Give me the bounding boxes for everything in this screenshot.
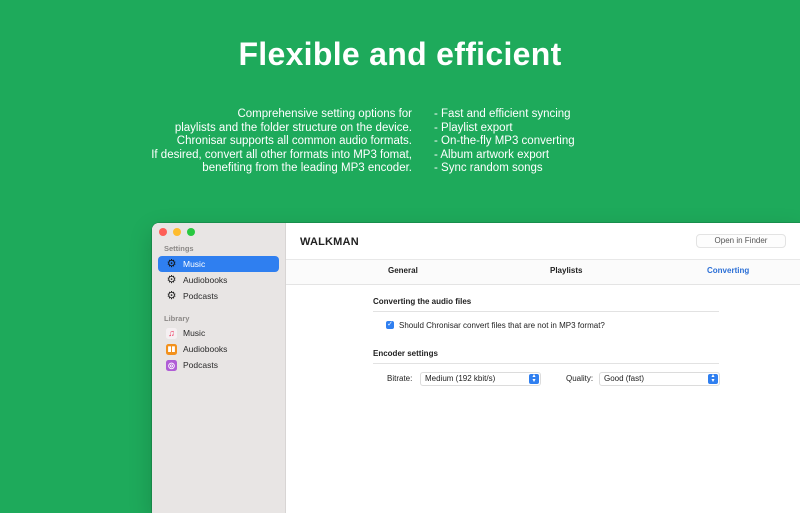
gear-icon: ⚙ xyxy=(166,257,177,270)
feature-item: - On-the-fly MP3 converting xyxy=(434,135,575,148)
sidebar-item-label: Audiobooks xyxy=(183,275,228,285)
feature-item: - Fast and efficient syncing xyxy=(434,108,571,120)
bitrate-select[interactable]: Medium (192 kbit/s) ▴ ▾ xyxy=(420,372,541,386)
close-window-button[interactable] xyxy=(159,228,167,236)
book-icon-wrap: ▮▮ xyxy=(166,343,177,355)
sidebar-item-label: Podcasts xyxy=(183,291,218,301)
device-title: WALKMAN xyxy=(300,236,359,248)
section-divider xyxy=(373,363,719,364)
music-note-icon: ♫ xyxy=(166,327,177,339)
podcast-icon: ◎ xyxy=(166,359,177,371)
app-window: Settings ⚙ Music ⚙ Audiobooks ⚙ Podcasts… xyxy=(152,223,800,513)
tab-playlists[interactable]: Playlists xyxy=(550,266,582,275)
chevron-up-down-icon: ▴ ▾ xyxy=(708,373,718,384)
convert-to-mp3-label[interactable]: Should Chronisar convert files that are … xyxy=(399,321,605,330)
description-line: Chronisar supports all common audio form… xyxy=(176,135,412,148)
sidebar-item-library-podcasts[interactable]: ◎ Podcasts xyxy=(158,357,279,373)
podcast-icon-wrap: ◎ xyxy=(166,359,177,371)
sidebar-item-settings-audiobooks[interactable]: ⚙ Audiobooks xyxy=(158,272,279,288)
feature-item: - Playlist export xyxy=(434,121,513,134)
tab-general[interactable]: General xyxy=(388,266,418,275)
main-panel: WALKMAN Open in Finder General Playlists… xyxy=(286,223,800,513)
description-line: If desired, convert all other formats in… xyxy=(151,148,412,161)
sidebar-section-settings: Settings xyxy=(164,244,194,253)
quality-value: Good (fast) xyxy=(604,374,645,383)
sidebar-item-library-audiobooks[interactable]: ▮▮ Audiobooks xyxy=(158,341,279,357)
feature-item: - Sync random songs xyxy=(434,162,543,175)
bitrate-value: Medium (192 kbit/s) xyxy=(425,374,496,383)
quality-label: Quality: xyxy=(566,374,594,383)
hero-description: Comprehensive setting options for playli… xyxy=(112,108,412,176)
feature-item: - Album artwork export xyxy=(434,148,550,161)
hero-title: Flexible and efficient xyxy=(238,36,562,72)
description-line: Comprehensive setting options for xyxy=(237,108,412,120)
sidebar-item-label: Music xyxy=(183,259,206,269)
music-note-icon-wrap: ♫ xyxy=(166,327,177,339)
section-title-encoder: Encoder settings xyxy=(373,349,438,358)
window-controls xyxy=(159,228,195,236)
sidebar-item-label: Podcasts xyxy=(183,360,218,370)
sidebar: Settings ⚙ Music ⚙ Audiobooks ⚙ Podcasts… xyxy=(152,223,286,513)
sidebar-item-label: Audiobooks xyxy=(183,344,228,354)
convert-to-mp3-checkbox[interactable]: ✓ xyxy=(386,321,394,329)
gear-icon: ⚙ xyxy=(166,289,177,302)
section-divider xyxy=(373,311,719,312)
open-in-finder-button[interactable]: Open in Finder xyxy=(696,234,786,248)
sidebar-item-label: Music xyxy=(183,328,206,338)
gear-icon: ⚙ xyxy=(166,273,177,286)
sidebar-item-settings-music[interactable]: ⚙ Music xyxy=(158,256,279,272)
quality-select[interactable]: Good (fast) ▴ ▾ xyxy=(599,372,720,386)
description-line: benefiting from the leading MP3 encoder. xyxy=(202,162,412,175)
tab-converting[interactable]: Converting xyxy=(707,266,749,275)
bitrate-label: Bitrate: xyxy=(387,374,413,383)
sidebar-section-library: Library xyxy=(164,314,190,323)
minimize-window-button[interactable] xyxy=(173,228,181,236)
feature-list: - Fast and efficient syncing - Playlist … xyxy=(434,108,694,176)
section-title-converting: Converting the audio files xyxy=(373,297,472,306)
sidebar-item-settings-podcasts[interactable]: ⚙ Podcasts xyxy=(158,288,279,304)
book-icon: ▮▮ xyxy=(166,343,177,355)
sidebar-item-library-music[interactable]: ♫ Music xyxy=(158,325,279,341)
chevron-up-down-icon: ▴ ▾ xyxy=(529,373,539,384)
zoom-window-button[interactable] xyxy=(187,228,195,236)
description-line: playlists and the folder structure on th… xyxy=(174,121,412,134)
